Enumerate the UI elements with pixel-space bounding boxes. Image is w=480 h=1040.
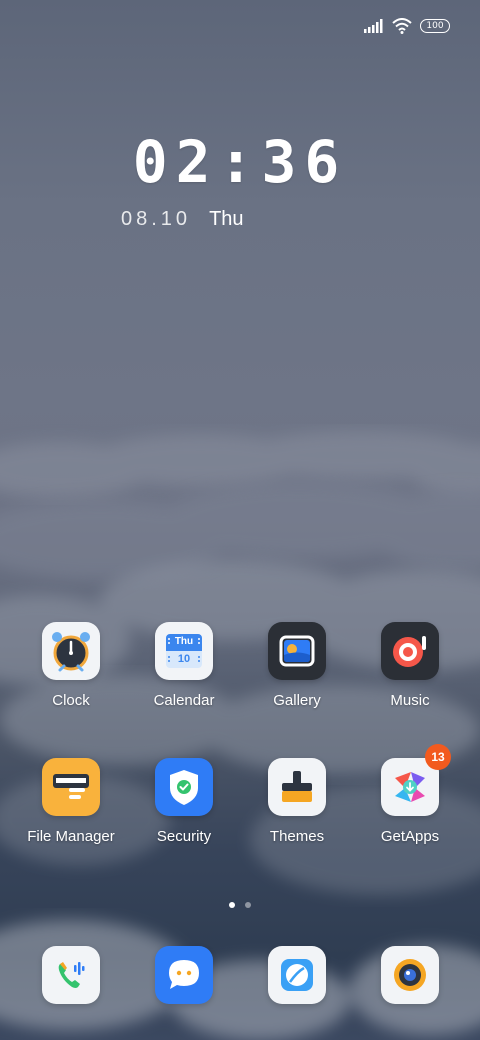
app-themes[interactable]: Themes xyxy=(237,758,357,845)
dock-camera[interactable] xyxy=(350,946,470,1004)
app-clock[interactable]: Clock xyxy=(11,622,131,709)
clock-time[interactable]: 02:36 xyxy=(0,128,480,196)
clock-date[interactable]: 08.10 Thu xyxy=(121,208,244,231)
shield-icon xyxy=(155,758,213,816)
app-label: Gallery xyxy=(273,692,321,709)
app-label: Clock xyxy=(52,692,90,709)
page-dot-active[interactable] xyxy=(229,902,235,908)
page-indicator[interactable] xyxy=(0,895,480,913)
dock-browser[interactable] xyxy=(237,946,357,1004)
brush-icon xyxy=(268,758,326,816)
app-label: Music xyxy=(390,692,430,709)
browser-icon xyxy=(268,946,326,1004)
wifi-icon xyxy=(392,18,412,34)
app-label: GetApps xyxy=(380,828,440,845)
music-icon xyxy=(381,622,439,680)
app-calendar[interactable]: Thu 10 Calendar xyxy=(124,622,244,709)
notification-badge: 13 xyxy=(425,744,451,770)
folder-icon xyxy=(42,758,100,816)
battery-indicator: 100 xyxy=(420,19,450,33)
app-getapps[interactable]: 13 GetApps xyxy=(350,744,470,845)
app-label: Calendar xyxy=(153,692,215,709)
app-security[interactable]: Security xyxy=(124,758,244,845)
app-label: Security xyxy=(156,828,212,845)
app-label: Themes xyxy=(269,828,325,845)
gallery-icon xyxy=(268,622,326,680)
calendar-icon-day: Thu xyxy=(174,636,194,647)
alarm-clock-icon xyxy=(42,622,100,680)
signal-icon xyxy=(364,19,383,33)
status-bar: 100 xyxy=(364,18,450,34)
getapps-icon: 13 xyxy=(381,744,451,816)
messages-icon xyxy=(155,946,213,1004)
weekday-text: Thu xyxy=(209,208,244,230)
page-dot[interactable] xyxy=(245,902,251,908)
app-file-manager[interactable]: File Manager xyxy=(11,758,131,845)
date-text: 08.10 xyxy=(121,208,192,230)
app-music[interactable]: Music xyxy=(350,622,470,709)
app-label: File Manager xyxy=(27,828,115,845)
dock-messages[interactable] xyxy=(124,946,244,1004)
app-gallery[interactable]: Gallery xyxy=(237,622,357,709)
calendar-icon: Thu 10 xyxy=(155,622,213,680)
dock-phone[interactable] xyxy=(11,946,131,1004)
calendar-icon-date: 10 xyxy=(177,653,191,665)
phone-icon xyxy=(42,946,100,1004)
camera-icon xyxy=(381,946,439,1004)
